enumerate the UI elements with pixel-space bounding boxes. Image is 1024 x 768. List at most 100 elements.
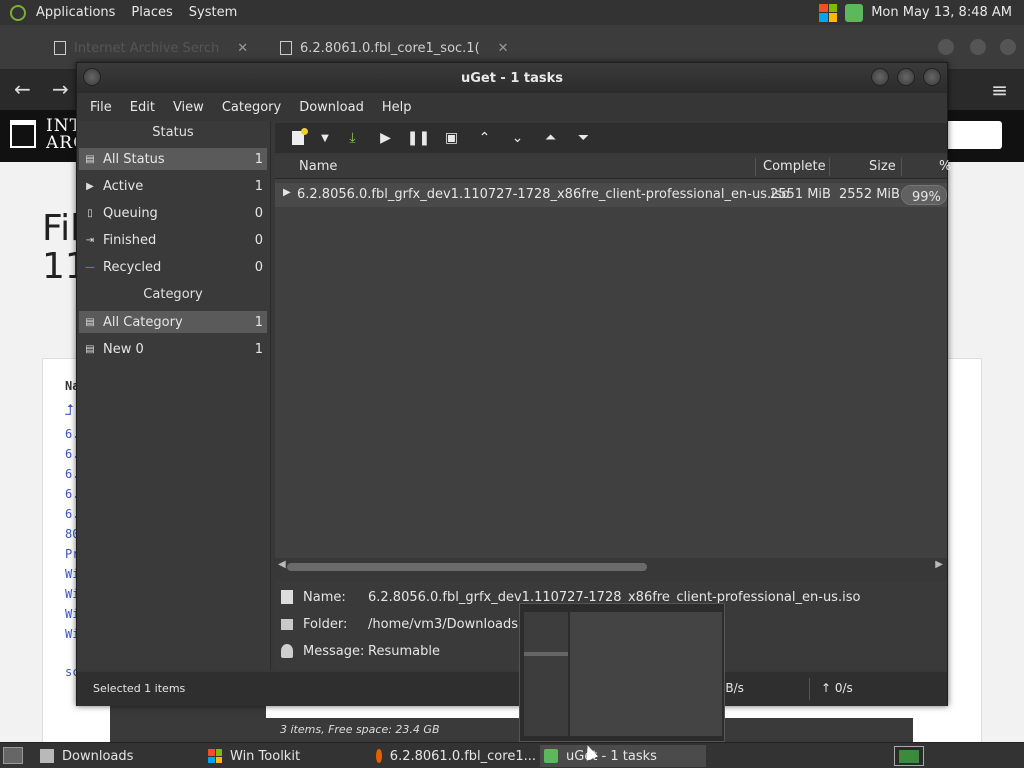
download-button[interactable]: ⤓ — [336, 123, 369, 153]
properties-icon: ▣ — [444, 130, 459, 146]
column-complete[interactable]: Complete — [763, 159, 826, 174]
pause-button[interactable]: ❚❚ — [402, 123, 435, 153]
minimize-button[interactable] — [871, 68, 889, 86]
distro-logo-icon[interactable] — [10, 4, 26, 21]
menu-file[interactable]: File — [81, 100, 121, 115]
close-tab-icon[interactable]: ✕ — [237, 41, 248, 56]
horizontal-scrollbar[interactable]: ◀ ▶ — [275, 558, 947, 574]
window-menu-button[interactable] — [83, 68, 101, 86]
parent-dir-icon[interactable]: ⮥ — [65, 401, 74, 419]
move-top-button[interactable]: ⏶ — [534, 123, 567, 153]
menu-download[interactable]: Download — [290, 100, 373, 115]
new-download-button[interactable] — [281, 123, 314, 153]
move-top-icon: ⏶ — [544, 130, 557, 146]
browser-close-button[interactable] — [1000, 39, 1016, 55]
move-up-button[interactable]: ⌃ — [468, 123, 501, 153]
category-section-title: Category — [143, 287, 203, 302]
expand-arrow-icon[interactable]: ▶ — [283, 187, 291, 198]
move-bottom-button[interactable]: ⏷ — [567, 123, 600, 153]
pause-icon: ❚❚ — [406, 130, 431, 146]
category-item-new0[interactable]: ▤ New 0 1 — [79, 338, 267, 360]
category-item-all[interactable]: ▤ All Category 1 — [79, 311, 267, 333]
tab-title: Internet Archive Serch — [74, 40, 220, 56]
menu-category[interactable]: Category — [213, 100, 290, 115]
column-name[interactable]: Name — [299, 159, 337, 174]
finish-icon: ⇥ — [85, 234, 95, 246]
status-item-active[interactable]: ▶ Active 1 — [79, 175, 267, 197]
applications-menu[interactable]: Applications — [28, 5, 123, 20]
archive-logo-icon[interactable] — [10, 120, 36, 148]
maximize-button[interactable] — [897, 68, 915, 86]
places-menu[interactable]: Places — [123, 5, 180, 20]
close-tab-icon[interactable]: ✕ — [498, 41, 509, 56]
browser-maximize-button[interactable] — [970, 39, 986, 55]
status-item-all[interactable]: ▤ All Status 1 — [79, 148, 267, 170]
hamburger-menu-icon[interactable]: ≡ — [991, 78, 1008, 102]
taskbar-item-uget[interactable]: uGet - 1 tasks — [540, 745, 706, 767]
statusbar: Selected 1 items iB/s ↑ 0/s — [77, 672, 947, 706]
scroll-right-icon[interactable]: ▶ — [935, 559, 943, 570]
column-size[interactable]: Size — [869, 159, 896, 174]
start-button[interactable]: ▶ — [369, 123, 402, 153]
taskbar-item-firefox[interactable]: 6.2.8061.0.fbl_core1... — [372, 745, 536, 767]
properties-button[interactable]: ▣ — [435, 123, 468, 153]
show-desktop-icon[interactable] — [3, 747, 23, 764]
status-item-count: 1 — [254, 151, 263, 167]
clock[interactable]: Mon May 13, 8:48 AM — [871, 5, 1012, 20]
column-percent[interactable]: % — [939, 159, 951, 174]
progress-percent: 99% — [912, 190, 941, 205]
close-button[interactable] — [923, 68, 941, 86]
status-item-recycled[interactable]: — Recycled 0 — [79, 256, 267, 278]
status-item-count: 0 — [254, 205, 263, 221]
back-arrow-icon[interactable]: ← — [14, 77, 31, 101]
taskbar-item-win-toolkit[interactable]: Win Toolkit — [204, 745, 364, 767]
windows-tray-icon[interactable] — [819, 3, 838, 22]
left-pane: Status ▤ All Status 1 ▶ Active 1 ▯ Queui… — [77, 121, 271, 670]
document-icon: ▯ — [87, 207, 93, 219]
status-item-count: 0 — [254, 232, 263, 248]
detail-folder-row: Folder: /home/vm3/Downloads — [281, 614, 518, 634]
task-name: 6.2.8056.0.fbl_grfx_dev1.110727-1728_x86… — [297, 187, 790, 202]
scrollbar-thumb[interactable] — [287, 563, 647, 571]
detail-message-row: Message: Resumable — [281, 641, 440, 661]
task-size: 2552 MiB — [839, 187, 900, 202]
minus-icon: — — [85, 261, 95, 273]
window-thumbnail-preview[interactable] — [519, 603, 725, 742]
uget-tray-icon[interactable] — [845, 3, 864, 22]
browser-tab-iso[interactable]: 6.2.8061.0.fbl_core1_soc.1( ✕ — [280, 35, 509, 61]
lightbulb-icon — [281, 644, 293, 658]
browser-minimize-button[interactable] — [938, 39, 954, 55]
uget-window: uGet - 1 tasks File Edit View Category D… — [76, 62, 951, 706]
stack-icon: ▤ — [85, 153, 95, 165]
detail-label: Message: — [303, 643, 365, 659]
upload-speed: ↑ 0/s — [821, 681, 853, 695]
menu-help[interactable]: Help — [373, 100, 421, 115]
menu-edit[interactable]: Edit — [121, 100, 164, 115]
taskbar-item-downloads[interactable]: Downloads — [36, 745, 196, 767]
download-icon: ⤓ — [349, 130, 356, 146]
dropdown-arrow-button[interactable]: ▼ — [314, 123, 336, 153]
category-item-count: 1 — [254, 314, 263, 330]
download-list: Name Complete Size % ▶ 6.2.8056.0.fbl_gr… — [275, 155, 951, 573]
workspace-switcher[interactable] — [894, 746, 924, 766]
selection-status: Selected 1 items — [93, 682, 186, 695]
stack-icon: ▤ — [85, 343, 95, 355]
task-complete: 2551 MiB — [770, 187, 831, 202]
system-menu[interactable]: System — [181, 5, 245, 20]
status-item-queuing[interactable]: ▯ Queuing 0 — [79, 202, 267, 224]
thumbnail-left-pane — [524, 612, 568, 736]
table-row[interactable]: ▶ 6.2.8056.0.fbl_grfx_dev1.110727-1728_x… — [275, 183, 947, 207]
browser-tab-archive[interactable]: Internet Archive Serch ✕ — [54, 35, 248, 61]
move-bottom-icon: ⏷ — [577, 130, 590, 146]
taskbar: Downloads Win Toolkit 6.2.8061.0.fbl_cor… — [0, 742, 1024, 768]
firefox-icon — [376, 749, 382, 763]
status-item-finished[interactable]: ⇥ Finished 0 — [79, 229, 267, 251]
move-down-button[interactable]: ⌄ — [501, 123, 534, 153]
detail-label: Folder: — [303, 616, 348, 632]
task-progress-bar: 99% — [901, 185, 947, 205]
forward-arrow-icon[interactable]: → — [52, 77, 69, 101]
menu-view[interactable]: View — [164, 100, 213, 115]
uget-titlebar[interactable]: uGet - 1 tasks — [77, 63, 947, 93]
top-panel: Applications Places System Mon May 13, 8… — [0, 0, 1024, 25]
scroll-left-icon[interactable]: ◀ — [278, 559, 286, 570]
